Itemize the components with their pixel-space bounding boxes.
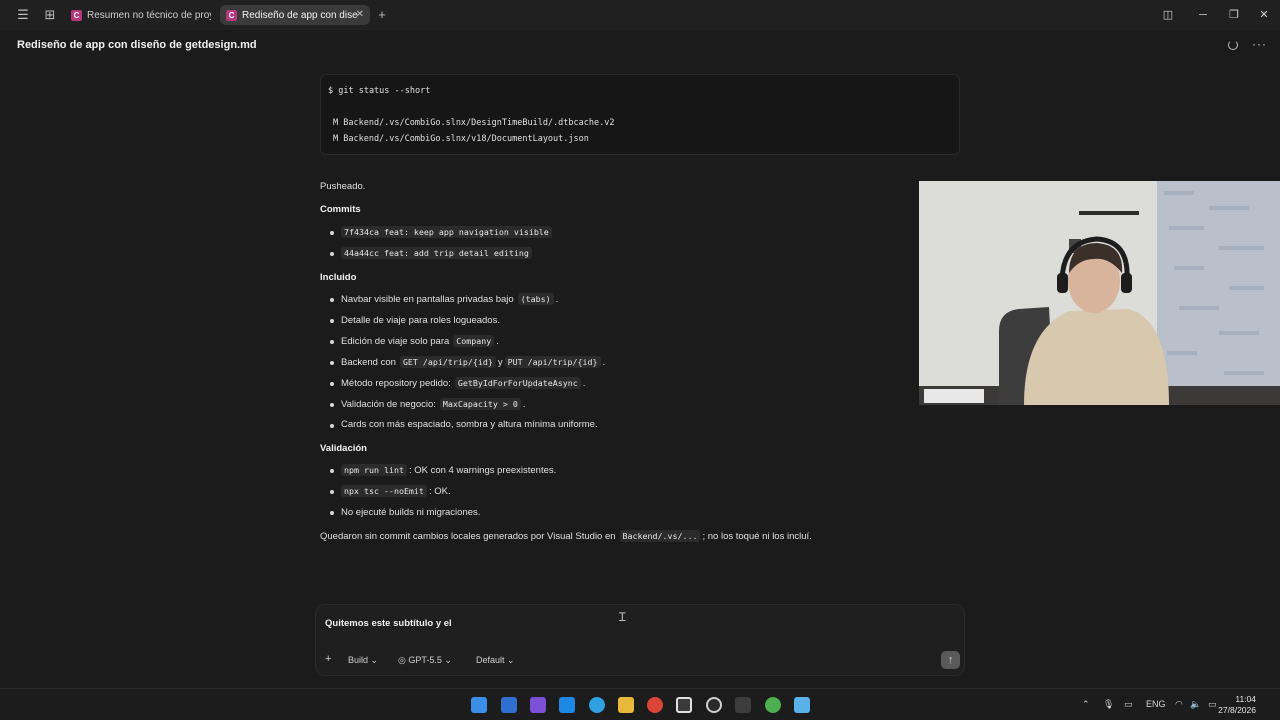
text-cursor-icon: Ɪ xyxy=(619,610,626,624)
bullet xyxy=(330,424,334,428)
code-line: M Backend/.vs/CombiGo.slnx/v18/DocumentL… xyxy=(333,134,589,144)
code-line: M Backend/.vs/CombiGo.slnx/DesignTimeBui… xyxy=(333,118,615,128)
clock[interactable]: 11:04 27/8/2026 xyxy=(1218,694,1256,716)
date: 27/8/2026 xyxy=(1218,705,1256,715)
model-icon: ◎ xyxy=(398,655,406,665)
start-icon[interactable] xyxy=(471,697,487,713)
bullet xyxy=(330,298,334,302)
tab-label: Resumen no técnico de proye xyxy=(87,9,211,21)
chevron-down-icon: ⌄ xyxy=(370,655,379,665)
footer-note: Quedaron sin commit cambios locales gene… xyxy=(320,530,812,542)
vscode-icon[interactable] xyxy=(559,697,575,713)
battery-icon[interactable]: ▭ xyxy=(1208,699,1217,710)
chevron-up-icon[interactable]: ⌃ xyxy=(1082,699,1090,710)
commits-heading: Commits xyxy=(320,204,361,215)
minimize-icon[interactable]: ─ xyxy=(1195,7,1211,23)
webcam-image xyxy=(919,181,1280,405)
list-item: Navbar visible en pantallas privadas baj… xyxy=(341,293,559,305)
chrome-icon[interactable] xyxy=(765,697,781,713)
bullet xyxy=(330,340,334,344)
taskbar: ⌃ 🎙 ▭ ENG ◠ 🔈 ▭ 11:04 27/8/2026 xyxy=(0,688,1280,720)
chevron-down-icon: ⌄ xyxy=(444,655,452,665)
file-explorer-icon[interactable] xyxy=(618,697,634,713)
conversation-header: Rediseño de app con diseño de getdesign.… xyxy=(0,30,1280,60)
microphone-icon[interactable]: 🎙 xyxy=(1103,699,1114,710)
loading-spinner-icon xyxy=(1228,40,1238,50)
time: 11:04 xyxy=(1235,694,1256,704)
workspaces-icon[interactable]: ⊞ xyxy=(42,7,58,23)
webcam-overlay xyxy=(919,181,1280,405)
bullet xyxy=(330,490,334,494)
close-window-icon[interactable]: ✕ xyxy=(1256,7,1272,23)
mode-select[interactable]: Build ⌄ xyxy=(348,655,378,666)
chevron-down-icon: ⌄ xyxy=(507,655,515,665)
maximize-icon[interactable]: ❐ xyxy=(1226,7,1242,23)
list-item: Método repository pedido: GetByIdForForU… xyxy=(341,377,586,389)
more-options-button[interactable]: ··· xyxy=(1252,37,1267,51)
tab-label: Rediseño de app con dise xyxy=(242,9,358,21)
new-tab-button[interactable]: + xyxy=(374,7,390,23)
page-title: Rediseño de app con diseño de getdesign.… xyxy=(17,39,257,51)
bullet xyxy=(330,252,334,256)
model-select[interactable]: ◎ GPT-5.5 ⌄ xyxy=(398,655,452,666)
list-item: npx tsc --noEmit : OK. xyxy=(341,485,451,497)
app-icon[interactable] xyxy=(706,697,722,713)
list-item: Cards con más espaciado, sombra y altura… xyxy=(341,419,598,430)
chrome-icon[interactable] xyxy=(647,697,663,713)
sidebar-toggle-icon[interactable]: ◫ xyxy=(1160,7,1176,23)
pushed-text: Pusheado. xyxy=(320,181,366,192)
add-attachment-button[interactable]: + xyxy=(325,653,331,665)
list-item: Detalle de viaje para roles logueados. xyxy=(341,315,500,326)
bullet xyxy=(330,231,334,235)
list-item: Backend con GET /api/trip/{id} y PUT /ap… xyxy=(341,356,606,368)
wifi-icon[interactable]: ◠ xyxy=(1175,699,1183,710)
validation-heading: Validación xyxy=(320,443,367,454)
preset-select[interactable]: Default ⌄ xyxy=(476,655,515,666)
language-indicator[interactable]: ENG xyxy=(1146,699,1166,709)
code-line: $ git status --short xyxy=(328,86,431,96)
app-icon[interactable] xyxy=(501,697,517,713)
notepad-icon[interactable] xyxy=(794,697,810,713)
tab-app-badge: C xyxy=(226,9,237,21)
visual-studio-icon[interactable] xyxy=(530,697,546,713)
list-item: 7f434ca feat: keep app navigation visibl… xyxy=(341,226,554,238)
volume-icon[interactable]: 🔈 xyxy=(1190,699,1201,710)
bullet xyxy=(330,469,334,473)
codex-app-icon[interactable] xyxy=(676,697,692,713)
tab-rediseno[interactable]: C Rediseño de app con dise ✕ xyxy=(220,5,370,25)
bullet xyxy=(330,382,334,386)
list-item: Validación de negocio: MaxCapacity > 0 . xyxy=(341,398,526,410)
bullet xyxy=(330,511,334,515)
display-icon[interactable]: ▭ xyxy=(1124,699,1133,710)
list-item: No ejecuté builds ni migraciones. xyxy=(341,507,481,518)
list-item: Edición de viaje solo para Company . xyxy=(341,335,499,347)
list-item: npm run lint : OK con 4 warnings preexis… xyxy=(341,464,556,476)
title-bar: ☰ ⊞ C Resumen no técnico de proye C Redi… xyxy=(0,0,1280,30)
tab-app-badge: C xyxy=(71,9,82,21)
terminal-icon[interactable] xyxy=(735,697,751,713)
bullet xyxy=(330,361,334,365)
message-input[interactable]: Quitemos este subtítulo y el xyxy=(325,618,452,629)
included-heading: Incluido xyxy=(320,272,357,283)
list-item: 44a44cc feat: add trip detail editing xyxy=(341,247,534,259)
send-button[interactable]: ↑ xyxy=(941,651,960,669)
edge-icon[interactable] xyxy=(589,697,605,713)
close-icon[interactable]: ✕ xyxy=(356,9,364,20)
bullet xyxy=(330,319,334,323)
tab-resumen[interactable]: C Resumen no técnico de proye xyxy=(65,5,211,25)
bullet xyxy=(330,403,334,407)
menu-icon[interactable]: ☰ xyxy=(15,7,31,23)
